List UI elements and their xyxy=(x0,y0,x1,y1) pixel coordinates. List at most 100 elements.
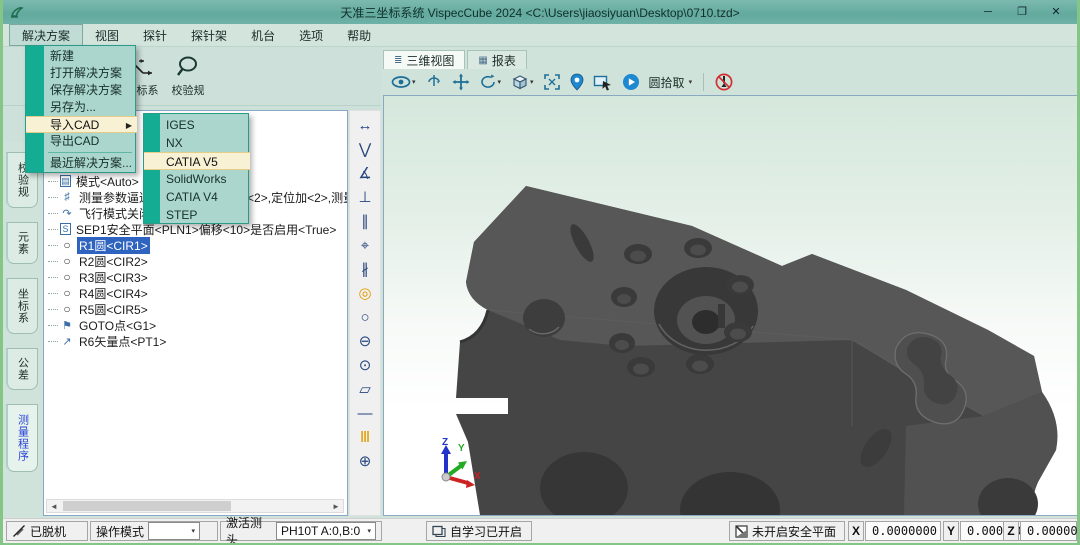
menu-item-export-cad[interactable]: 导出CAD xyxy=(26,133,137,150)
menu-item-save-solution[interactable]: 保存解决方案 xyxy=(26,82,137,99)
active-probe-select[interactable]: PH10T A:0,B:0 ▾ xyxy=(276,522,376,540)
menu-probe[interactable]: 探针 xyxy=(131,24,179,46)
straightness-icon[interactable]: — xyxy=(350,403,380,425)
tree-item-circle-r2[interactable]: ○ R2圆<CIR2> xyxy=(48,253,150,269)
tree-item-circle-r4[interactable]: ○ R4圆<CIR4> xyxy=(48,285,150,301)
goto-flag-icon: ⚑ xyxy=(60,319,74,332)
zoom-fit-button[interactable] xyxy=(543,73,561,91)
mode-icon: ▤ xyxy=(60,175,71,187)
runout-icon[interactable]: ⊙ xyxy=(350,355,380,377)
view-tab-bar: ≣ 三维视图 ▦ 报表 xyxy=(383,50,1080,69)
tab-tolerance[interactable]: 公差 xyxy=(6,348,38,390)
total-runout-icon[interactable]: ⊕ xyxy=(350,451,380,473)
tree-item-goto-point[interactable]: ⚑ GOTO点<G1> xyxy=(48,317,158,333)
view-toolbar: ▾ ▾ xyxy=(383,69,1080,95)
orbit-icon xyxy=(425,73,443,91)
parallelism-icon[interactable]: ∥ xyxy=(350,211,380,233)
submenu-item-step[interactable]: STEP xyxy=(144,206,250,224)
symmetry-icon[interactable]: ⊖ xyxy=(350,331,380,353)
scrollbar-thumb[interactable] xyxy=(63,501,231,511)
submenu-item-catia-v5[interactable]: CATIA V5 xyxy=(144,152,250,170)
magnifier-icon xyxy=(175,56,201,80)
run-button[interactable] xyxy=(622,73,640,91)
menu-machine[interactable]: 机台 xyxy=(239,24,287,46)
status-bar: 已脱机 操作模式 ▾ 激活测头 PH10T A:0,B:0 ▾ 自学习已开启 xyxy=(3,518,1077,543)
application-window: 天准三坐标系统 VispecCube 2024 <C:\Users\jiaosi… xyxy=(0,0,1080,545)
operation-mode-group: 操作模式 ▾ xyxy=(90,521,218,541)
view-cube-button[interactable]: ▾ xyxy=(510,73,534,91)
menu-separator xyxy=(48,152,132,153)
angularity-icon[interactable]: ∦ xyxy=(350,259,380,281)
tree-item-fly-mode[interactable]: ↷ 飞行模式关闭 xyxy=(48,205,153,221)
scroll-right-arrow[interactable]: ► xyxy=(329,502,343,511)
fly-mode-icon: ↷ xyxy=(60,207,74,220)
safety-plane-status: 未开启安全平面 xyxy=(729,521,845,541)
visibility-button[interactable]: ▾ xyxy=(391,75,416,89)
tab-measure-program[interactable]: 测量程序 xyxy=(6,404,38,472)
pan-button[interactable] xyxy=(452,73,470,91)
tree-item-circle-r3[interactable]: ○ R3圆<CIR3> xyxy=(48,269,150,285)
report-tab-icon: ▦ xyxy=(478,55,487,66)
scroll-left-arrow[interactable]: ◄ xyxy=(47,502,61,511)
menu-item-save-as[interactable]: 另存为... xyxy=(26,99,137,116)
fit-screen-icon xyxy=(543,73,561,91)
axis-y-label: Y xyxy=(458,443,465,454)
submenu-item-nx[interactable]: NX xyxy=(144,134,250,152)
submenu-item-solidworks[interactable]: SolidWorks xyxy=(144,170,250,188)
solution-dropdown-menu: 新建 打开解决方案 保存解决方案 另存为... 导入CAD ▶ 导出CAD 最近… xyxy=(25,45,136,173)
tab-report[interactable]: ▦ 报表 xyxy=(467,50,526,69)
pick-mode-button[interactable]: 圆拾取 ▾ xyxy=(649,74,693,91)
x-axis-label: X xyxy=(848,521,864,541)
cad-part-model xyxy=(384,96,1080,515)
flatness-icon[interactable]: ▱ xyxy=(350,379,380,401)
menu-options[interactable]: 选项 xyxy=(287,24,335,46)
menu-help[interactable]: 帮助 xyxy=(335,24,383,46)
tab-elements[interactable]: 元素 xyxy=(6,222,38,264)
tree-horizontal-scrollbar[interactable]: ◄ ► xyxy=(46,499,344,513)
tree-item-mode[interactable]: ▤ 模式<Auto> xyxy=(48,173,141,189)
3d-viewport[interactable]: Z Y X xyxy=(383,95,1080,516)
tree-item-circle-r5[interactable]: ○ R5圆<CIR5> xyxy=(48,301,150,317)
position-icon[interactable]: ⌖ xyxy=(350,235,380,257)
circularity-icon[interactable]: ○ xyxy=(350,307,380,329)
concentricity-icon[interactable]: ◎ xyxy=(350,283,380,305)
angle-icon[interactable]: ⋁ xyxy=(350,139,380,161)
operation-mode-select[interactable]: ▾ xyxy=(148,522,200,540)
menu-item-recent-solutions[interactable]: 最近解决方案... xyxy=(26,155,137,172)
menu-solution[interactable]: 解决方案 xyxy=(9,24,83,46)
tree-item-circle-r1[interactable]: ○ R1圆<CIR1> xyxy=(48,237,150,253)
safety-plane-icon xyxy=(735,525,748,538)
minimize-button[interactable]: ─ xyxy=(973,2,1003,22)
angle-point-icon[interactable]: ∡ xyxy=(350,163,380,185)
caret-down-icon: ▾ xyxy=(689,78,693,86)
menu-view[interactable]: 视图 xyxy=(83,24,131,46)
gauge-check-button[interactable]: 校验规 xyxy=(165,51,211,103)
window-select-button[interactable] xyxy=(593,73,613,91)
menu-item-open-solution[interactable]: 打开解决方案 xyxy=(26,65,137,82)
menu-item-new[interactable]: 新建 xyxy=(26,48,137,65)
perpendicularity-icon[interactable]: ⊥ xyxy=(350,187,380,209)
rotate-view-button[interactable]: ▾ xyxy=(479,73,502,91)
symmetry-lines-icon[interactable]: Ⅲ xyxy=(350,427,380,449)
orbit-button[interactable] xyxy=(425,73,443,91)
maximize-button[interactable]: ❐ xyxy=(1007,2,1037,22)
submenu-item-iges[interactable]: IGES xyxy=(144,116,250,134)
caret-down-icon: ▾ xyxy=(412,78,416,86)
distance-icon[interactable]: ↔ xyxy=(350,115,380,137)
tree-item-vector-point[interactable]: ↗ R6矢量点<PT1> xyxy=(48,333,168,349)
tab-coord-sys[interactable]: 坐标系 xyxy=(6,278,38,334)
safety-plane-node-icon: S xyxy=(60,223,71,235)
z-axis-label: Z xyxy=(1003,521,1019,541)
menu-probe-rack[interactable]: 探针架 xyxy=(179,24,239,46)
submenu-item-catia-v4[interactable]: CATIA V4 xyxy=(144,188,250,206)
menu-item-import-cad[interactable]: 导入CAD ▶ xyxy=(26,116,137,133)
close-button[interactable]: ✕ xyxy=(1041,2,1071,22)
window-select-icon xyxy=(593,73,613,91)
3d-view-tab-icon: ≣ xyxy=(394,55,402,66)
x-coordinate-readout: 0.0000000 xyxy=(865,521,941,541)
menu-bar: 解决方案 视图 探针 探针架 机台 选项 帮助 xyxy=(3,24,1077,47)
locate-button[interactable] xyxy=(570,73,584,91)
probe-disabled-button[interactable] xyxy=(715,73,733,91)
y-axis-label: Y xyxy=(943,521,959,541)
tab-3d-view[interactable]: ≣ 三维视图 xyxy=(383,50,465,69)
